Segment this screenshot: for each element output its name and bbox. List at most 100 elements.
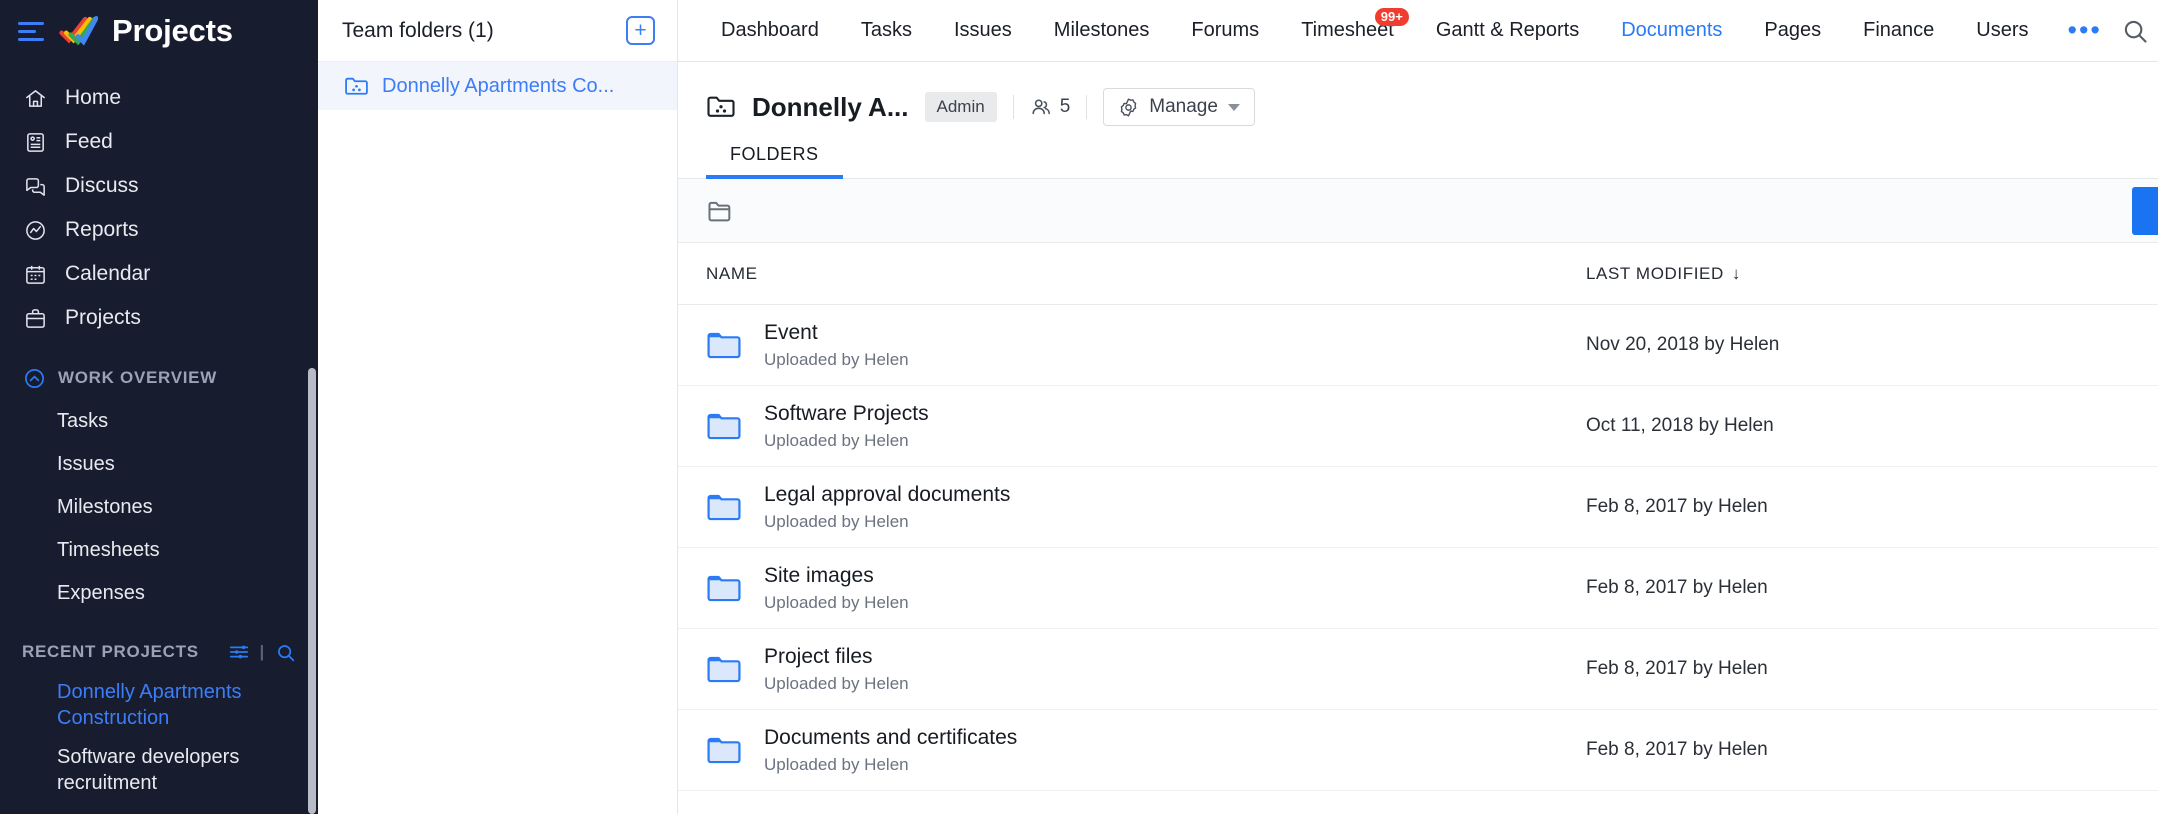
shared-folder-icon [706, 92, 736, 122]
app-logo-icon [58, 14, 99, 48]
row-subtitle: Uploaded by Helen [764, 755, 909, 775]
sidebar: Projects Home Feed Discuss Reports Calen… [0, 0, 318, 814]
row-name-cell: Legal approval documents Uploaded by Hel… [706, 482, 1586, 532]
row-text: Documents and certificates Uploaded by H… [764, 725, 1017, 775]
shared-folder-icon [344, 74, 369, 99]
sidebar-project-donnelly[interactable]: Donnelly Apartments Construction [0, 673, 318, 738]
row-last-modified: Feb 8, 2017 by Helen [1586, 739, 1768, 760]
main-content: Dashboard Tasks Issues Milestones Forums… [678, 0, 2158, 814]
table-row[interactable]: Site images Uploaded by Helen Feb 8, 201… [678, 548, 2158, 629]
team-folder-label: Donnelly Apartments Co... [382, 74, 615, 97]
row-title: Software Projects [764, 401, 929, 425]
sidebar-work-overview-items: Tasks Issues Milestones Timesheets Expen… [0, 400, 318, 615]
sidebar-label: Reports [65, 218, 139, 241]
documents-table-wrapper: NAME LAST MODIFIED ↓ Event Uploaded by H… [678, 243, 2158, 814]
nav-documents[interactable]: Documents [1600, 19, 1743, 42]
app-root: Projects Home Feed Discuss Reports Calen… [0, 0, 2158, 814]
sidebar-item-reports[interactable]: Reports [0, 208, 318, 252]
sidebar-label: Home [65, 86, 122, 109]
manage-button[interactable]: Manage [1103, 88, 1255, 126]
folder-icon [706, 489, 742, 525]
sidebar-section-work-overview[interactable]: WORK OVERVIEW [0, 340, 318, 400]
row-text: Legal approval documents Uploaded by Hel… [764, 482, 1010, 532]
table-header-row: NAME LAST MODIFIED ↓ [678, 243, 2158, 305]
chevron-up-circle-icon [22, 366, 46, 390]
search-icon[interactable] [275, 642, 296, 663]
table-row[interactable]: Legal approval documents Uploaded by Hel… [678, 467, 2158, 548]
sidebar-item-feed[interactable]: Feed [0, 120, 318, 164]
tab-label: FOLDERS [730, 144, 819, 164]
row-text: Project files Uploaded by Helen [764, 644, 909, 694]
members-number: 5 [1059, 96, 1071, 117]
nav-dashboard[interactable]: Dashboard [700, 19, 840, 42]
row-name-cell: Project files Uploaded by Helen [706, 644, 1586, 694]
sidebar-label: Feed [65, 130, 113, 153]
column-header-last-modified[interactable]: LAST MODIFIED ↓ [1586, 264, 1741, 284]
folder-icon [706, 651, 742, 687]
table-row[interactable]: Documents and certificates Uploaded by H… [678, 710, 2158, 791]
sidebar-item-tasks[interactable]: Tasks [0, 400, 318, 443]
tools-divider: | [259, 642, 265, 661]
table-row[interactable]: Event Uploaded by Helen Nov 20, 2018 by … [678, 305, 2158, 386]
table-row[interactable]: Project files Uploaded by Helen Feb 8, 2… [678, 629, 2158, 710]
sidebar-item-calendar[interactable]: Calendar [0, 252, 318, 296]
members-count[interactable]: 5 [1030, 96, 1071, 118]
nav-pages[interactable]: Pages [1743, 19, 1842, 42]
row-last-modified: Nov 20, 2018 by Helen [1586, 334, 1780, 355]
folder-icon [706, 732, 742, 768]
sidebar-item-expenses[interactable]: Expenses [0, 572, 318, 615]
team-folders-title: Team folders (1) [342, 18, 494, 42]
hamburger-menu-icon[interactable] [18, 21, 44, 41]
nav-milestones[interactable]: Milestones [1033, 19, 1171, 42]
feed-icon [22, 129, 48, 155]
chevron-down-icon [1227, 103, 1240, 111]
sidebar-item-timesheets[interactable]: Timesheets [0, 529, 318, 572]
nav-label: Milestones [1053, 19, 1150, 41]
new-button[interactable]: + NEW [2131, 186, 2158, 235]
folder-header: Donnelly A... Admin 5 Manage [678, 62, 2158, 126]
folder-header-row: Donnelly A... Admin 5 Manage [706, 88, 2158, 126]
sidebar-project-software-devs[interactable]: Software developers recruitment [0, 738, 318, 803]
reports-icon [22, 217, 48, 243]
nav-label: Issues [953, 19, 1012, 41]
folder-tabs: FOLDERS [678, 144, 2158, 179]
top-nav-items: Dashboard Tasks Issues Milestones Forums… [700, 8, 2120, 46]
tab-folders[interactable]: FOLDERS [706, 144, 843, 179]
row-last-modified: Feb 8, 2017 by Helen [1586, 658, 1768, 679]
row-name-cell: Event Uploaded by Helen [706, 320, 1586, 370]
briefcase-icon [22, 305, 48, 331]
column-header-name[interactable]: NAME [706, 264, 1586, 284]
team-folders-header: Team folders (1) + [318, 0, 677, 62]
sidebar-item-milestones[interactable]: Milestones [0, 486, 318, 529]
sidebar-item-projects[interactable]: Projects [0, 296, 318, 340]
folder-outline-icon[interactable] [706, 197, 734, 225]
nav-timesheet[interactable]: Timesheet 99+ [1280, 8, 1415, 42]
nav-gantt-reports[interactable]: Gantt & Reports [1415, 19, 1600, 42]
header-divider [1012, 95, 1014, 119]
nav-overflow-menu[interactable]: ••• [2050, 15, 2120, 46]
add-team-folder-button[interactable]: + [626, 16, 655, 45]
nav-label: Users [1976, 19, 2029, 41]
search-icon[interactable] [2120, 16, 2150, 46]
section-label: RECENT PROJECTS [22, 642, 199, 661]
project-label: Software developers recruitment [57, 745, 240, 795]
sidebar-scrollbar[interactable] [308, 368, 316, 814]
nav-tasks[interactable]: Tasks [840, 19, 933, 42]
row-subtitle: Uploaded by Helen [764, 350, 909, 370]
documents-table: NAME LAST MODIFIED ↓ Event Uploaded by H… [678, 243, 2158, 814]
sidebar-item-home[interactable]: Home [0, 76, 318, 120]
sliders-icon[interactable] [228, 641, 250, 663]
sidebar-item-issues[interactable]: Issues [0, 443, 318, 486]
nav-finance[interactable]: Finance [1842, 19, 1955, 42]
project-label: Donnelly Apartments Construction [57, 681, 242, 730]
row-last-modified: Feb 8, 2017 by Helen [1586, 496, 1768, 517]
nav-issues[interactable]: Issues [933, 19, 1033, 42]
sidebar-label: Expenses [57, 582, 145, 604]
table-row[interactable]: Software Projects Uploaded by Helen Oct … [678, 386, 2158, 467]
nav-users[interactable]: Users [1955, 19, 2049, 42]
nav-forums[interactable]: Forums [1170, 19, 1280, 42]
sidebar-item-discuss[interactable]: Discuss [0, 164, 318, 208]
team-folder-item-donnelly[interactable]: Donnelly Apartments Co... [318, 62, 677, 110]
sidebar-label: Tasks [57, 410, 109, 432]
gear-icon [1118, 97, 1139, 118]
